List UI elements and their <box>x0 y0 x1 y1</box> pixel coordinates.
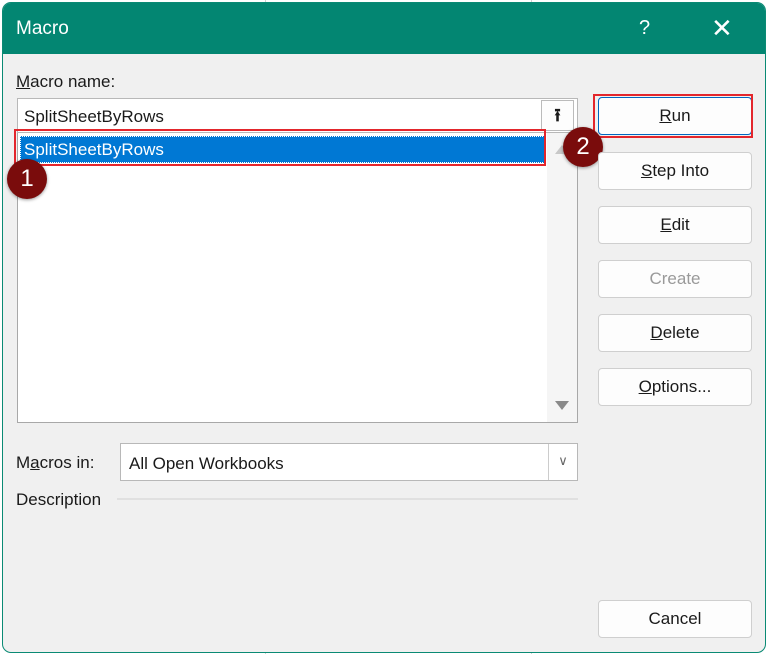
create-button: Create <box>598 260 752 298</box>
macros-in-label: Macros in: <box>16 453 95 472</box>
cancel-button[interactable]: Cancel <box>598 600 752 638</box>
macro-name-value: SplitSheetByRows <box>24 107 164 126</box>
list-scrollbar[interactable] <box>547 133 577 422</box>
help-icon[interactable]: ? <box>639 17 650 40</box>
run-button[interactable]: Run <box>598 97 752 135</box>
chevron-down-icon[interactable]: ∨ <box>548 444 577 480</box>
options-button[interactable]: Options... <box>598 368 752 406</box>
macros-in-select[interactable]: All Open Workbooks ∨ <box>120 443 578 481</box>
title-bar: Macro ? ✕ <box>3 3 765 54</box>
description-divider <box>117 498 578 500</box>
upload-icon[interactable]: ⭱ <box>541 100 574 131</box>
macro-dialog: Macro ? ✕ Macro name: SplitSheetByRows ⭱… <box>2 2 766 653</box>
description-label: Description <box>16 490 102 509</box>
step-badge-1: 1 <box>7 159 47 199</box>
edit-button[interactable]: Edit <box>598 206 752 244</box>
delete-button[interactable]: Delete <box>598 314 752 352</box>
macros-in-value: All Open Workbooks <box>129 454 284 473</box>
macro-name-label: Macro name: <box>16 72 116 91</box>
scroll-down-icon[interactable] <box>555 401 569 410</box>
step-into-button[interactable]: Step Into <box>598 152 752 190</box>
step-badge-2: 2 <box>563 127 603 167</box>
macro-list[interactable]: SplitSheetByRows <box>17 133 578 423</box>
macro-name-input[interactable]: SplitSheetByRows <box>17 98 578 133</box>
dialog-title: Macro <box>16 18 69 39</box>
close-icon[interactable]: ✕ <box>711 13 733 44</box>
list-item[interactable]: SplitSheetByRows <box>20 136 545 163</box>
